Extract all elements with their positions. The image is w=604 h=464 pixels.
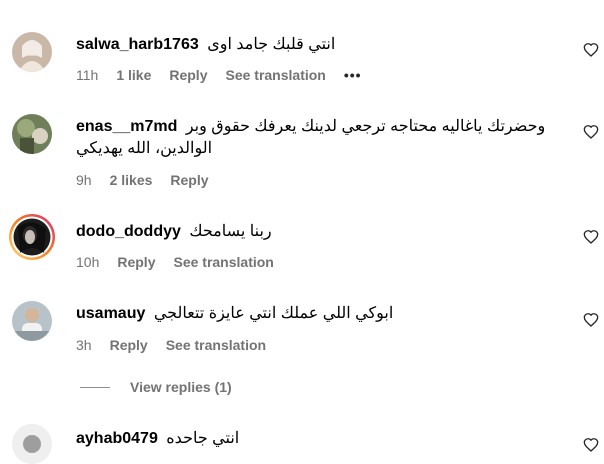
heart-icon[interactable] xyxy=(583,229,599,245)
comment-username[interactable]: ayhab0479 xyxy=(76,430,158,447)
comment-text: انتي جاحده xyxy=(166,430,240,447)
more-options-icon[interactable]: ••• xyxy=(344,66,362,84)
comment-time: 11h xyxy=(76,67,99,83)
comment-username[interactable]: dodo_doddyy xyxy=(76,223,181,240)
avatar[interactable] xyxy=(12,424,52,464)
avatar-story-ring[interactable] xyxy=(8,213,56,261)
reply-button[interactable]: Reply xyxy=(170,171,208,189)
comment-time: 10h xyxy=(76,254,100,270)
heart-icon[interactable] xyxy=(583,42,599,58)
comment-time: 3h xyxy=(76,337,92,353)
heart-icon[interactable] xyxy=(583,312,599,328)
see-translation-button[interactable]: See translation xyxy=(166,336,266,354)
avatar[interactable] xyxy=(12,114,52,154)
reply-button[interactable]: Reply xyxy=(169,66,207,84)
view-replies-label[interactable]: View replies (1) xyxy=(130,379,232,395)
reply-button[interactable]: Reply xyxy=(117,253,155,271)
reply-button[interactable]: Reply xyxy=(110,336,148,354)
heart-icon[interactable] xyxy=(583,124,599,140)
avatar[interactable] xyxy=(12,301,52,341)
avatar[interactable] xyxy=(12,32,52,72)
see-translation-button[interactable]: See translation xyxy=(225,66,325,84)
see-translation-button[interactable]: See translation xyxy=(173,253,273,271)
comment-time: 9h xyxy=(76,172,92,188)
view-replies-divider xyxy=(80,386,110,388)
comment-text: ربنا يسامحك xyxy=(189,223,272,240)
likes-count[interactable]: 1 like xyxy=(116,66,151,84)
comment-text: ابوكي اللي عملك انتي عايزة تتعالجي xyxy=(153,305,394,322)
comment-username[interactable]: enas__m7md xyxy=(76,118,177,135)
heart-icon[interactable] xyxy=(583,437,599,453)
comment-text: انتي قلبك جامد اوى xyxy=(207,36,336,53)
comment-username[interactable]: usamauy xyxy=(76,305,145,322)
view-replies-button[interactable]: View replies (1) xyxy=(80,379,232,395)
likes-count[interactable]: 2 likes xyxy=(110,171,153,189)
comment-username[interactable]: salwa_harb1763 xyxy=(76,36,199,53)
